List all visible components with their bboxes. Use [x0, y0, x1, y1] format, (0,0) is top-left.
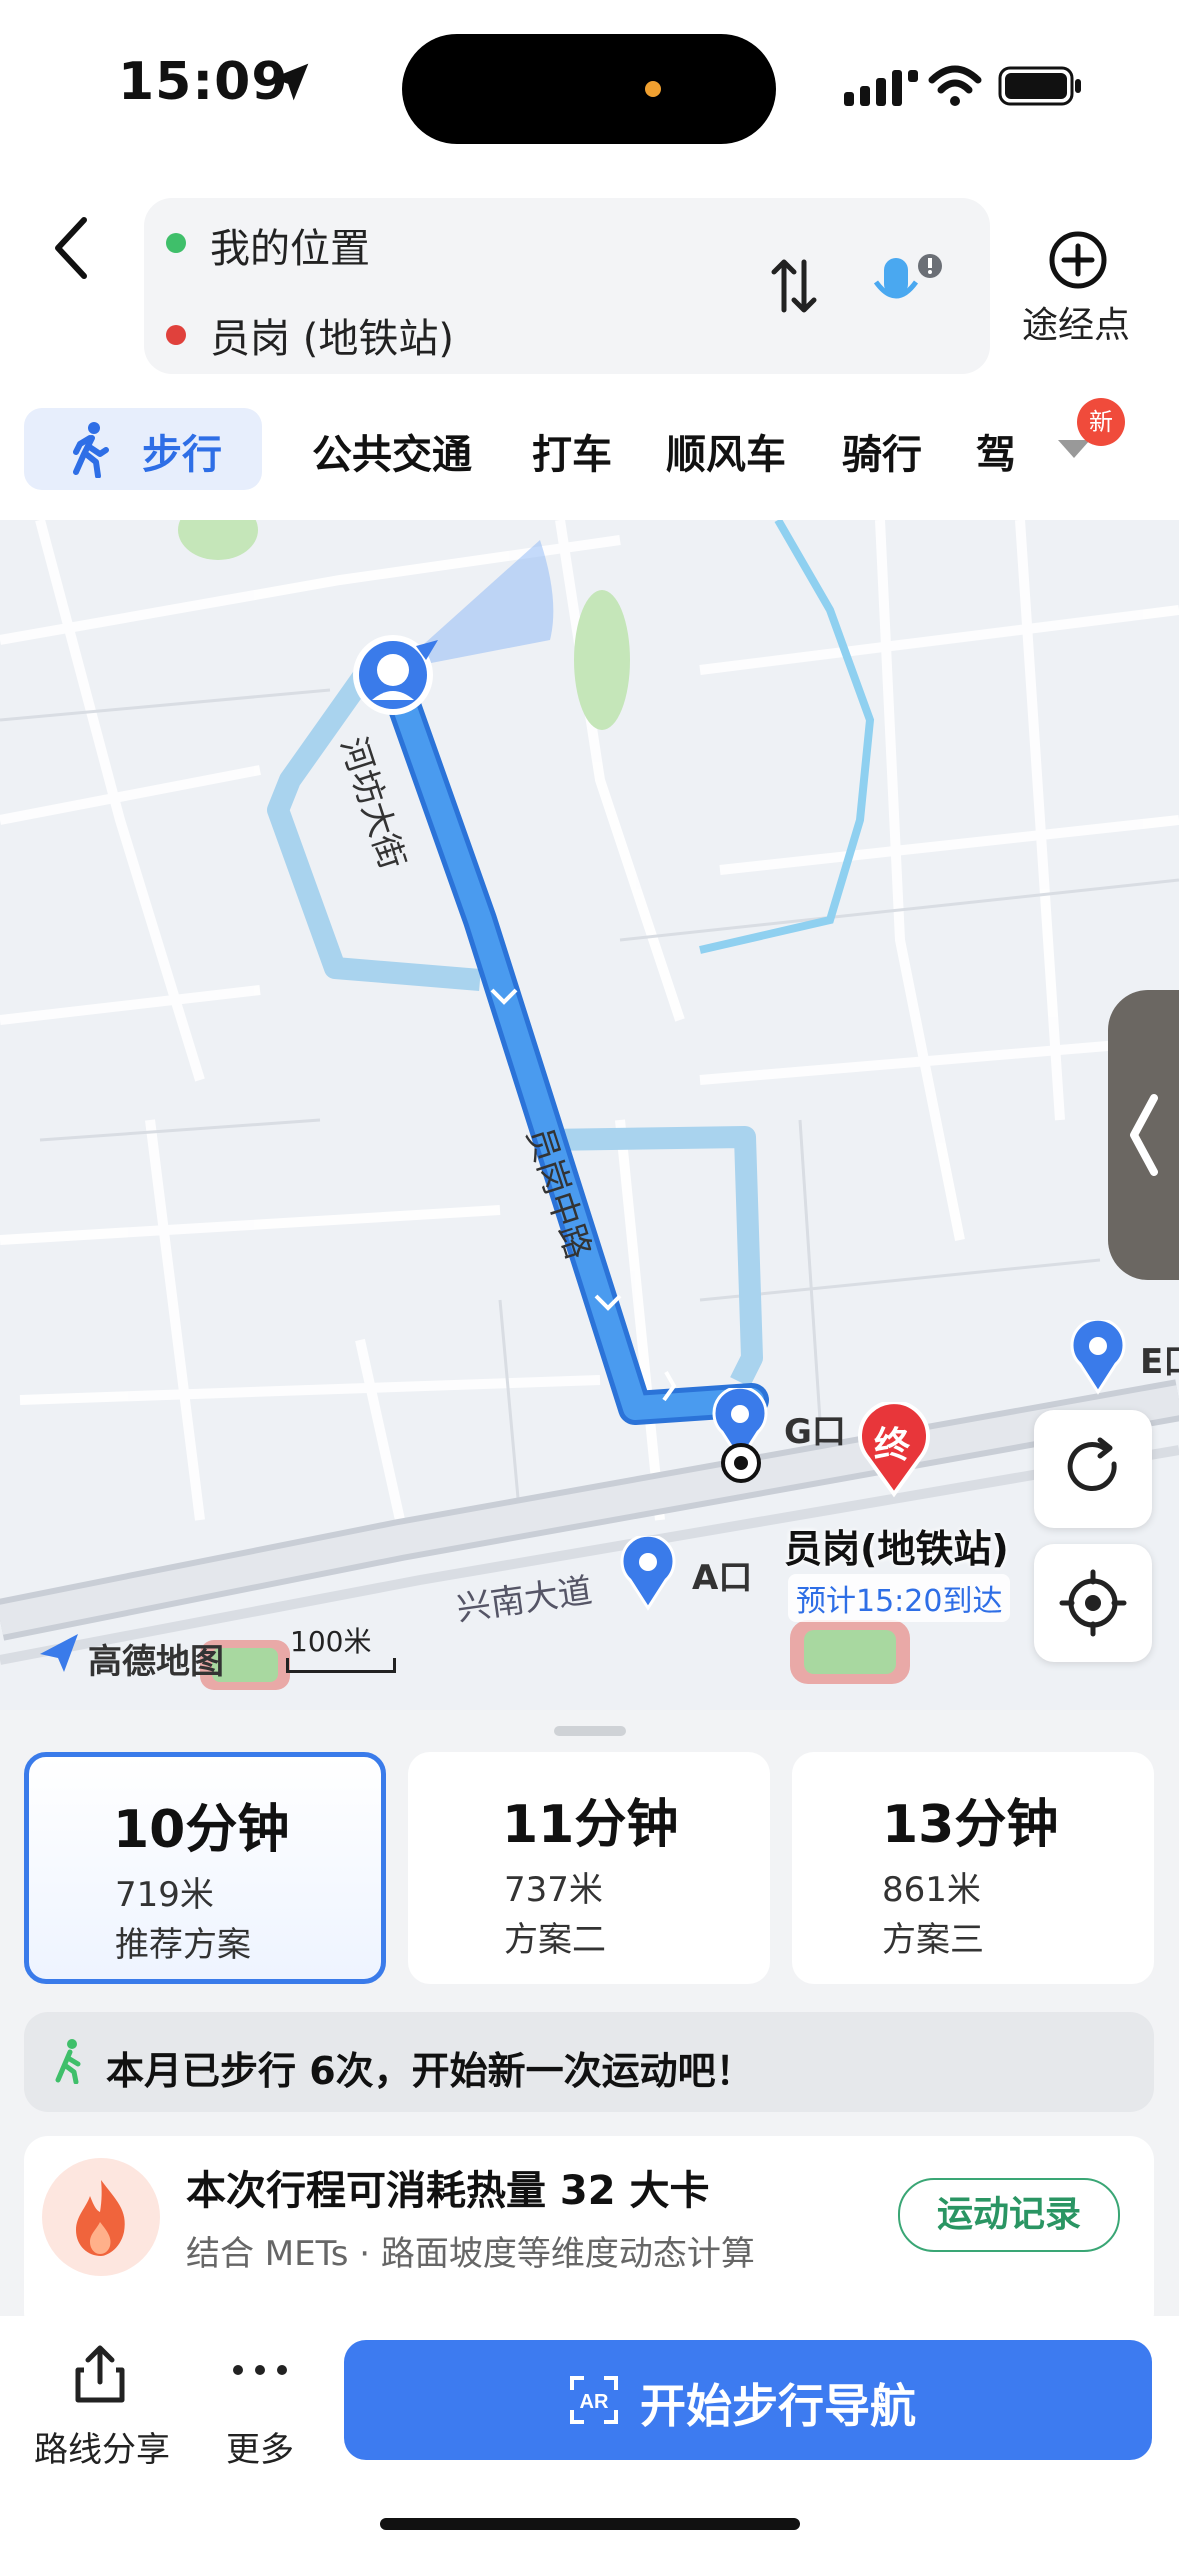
route-time: 10分钟 [113, 1800, 290, 1860]
tab-ride[interactable]: 骑行 [842, 422, 922, 480]
new-badge: 新 [1077, 398, 1125, 446]
scale-label: 100米 [290, 1625, 372, 1658]
calorie-subtitle: 结合 METs · 路面坡度等维度动态计算 [186, 2234, 755, 2274]
flame-icon [76, 2180, 125, 2256]
route-option-2[interactable]: 11分钟 737米 方案二 [408, 1752, 770, 1984]
route-distance: 861米 [882, 1870, 981, 1910]
status-time: 15:09 [118, 52, 289, 112]
exercise-record-button[interactable]: 运动记录 [898, 2178, 1120, 2252]
start-navigation-label[interactable]: 开始步行导航 [640, 2370, 916, 2436]
home-indicator[interactable] [380, 2518, 800, 2530]
swap-icon[interactable] [768, 254, 820, 318]
location-arrow-icon [271, 63, 309, 101]
exit-pin-a-icon[interactable] [618, 1536, 678, 1612]
island-indicator [645, 81, 661, 97]
tab-transit[interactable]: 公共交通 [312, 422, 472, 480]
voice-mic-icon[interactable] [874, 250, 946, 326]
panel-chevron-left-icon [1130, 1094, 1158, 1176]
user-avatar-icon[interactable] [348, 630, 442, 724]
route-option-1[interactable]: 10分钟 719米 推荐方案 [24, 1752, 386, 1984]
tab-taxi[interactable]: 打车 [532, 422, 612, 480]
origin-field[interactable]: 我的位置 [210, 216, 370, 274]
walking-green-icon [55, 2039, 81, 2084]
sheet-handle[interactable] [554, 1726, 626, 1736]
destination-dot [166, 325, 186, 345]
share-label[interactable]: 路线分享 [34, 2422, 170, 2471]
walk-stats-text: 本月已步行 6次，开始新一次运动吧！ [106, 2049, 754, 2093]
more-icon[interactable] [230, 2360, 290, 2380]
exit-pin-e-icon[interactable] [1068, 1320, 1128, 1396]
signal-icon [844, 70, 918, 106]
route-name: 方案二 [504, 1920, 606, 1960]
route-name: 推荐方案 [115, 1925, 251, 1965]
calorie-title: 本次行程可消耗热量 32 大卡 [186, 2168, 710, 2214]
destination-name-label[interactable]: 员岗(地铁站) [784, 1518, 1009, 1573]
route-option-3[interactable]: 13分钟 861米 方案三 [792, 1752, 1154, 1984]
locate-crosshair-icon [1059, 1569, 1127, 1637]
amap-logo-icon [40, 1634, 78, 1672]
destination-field[interactable]: 员岗 (地铁站) [210, 306, 454, 364]
route-name: 方案三 [882, 1920, 984, 1960]
refresh-icon [1067, 1437, 1117, 1491]
svg-text:AR: AR [580, 2391, 609, 2413]
end-marker-label: 终 [874, 1425, 911, 1466]
route-time: 11分钟 [502, 1795, 679, 1855]
tab-fade [1010, 408, 1050, 490]
station-entrance-icon [721, 1443, 761, 1483]
scale-bar [286, 1658, 396, 1673]
tab-carpool[interactable]: 顺风车 [666, 422, 786, 480]
back-chevron-icon[interactable] [40, 208, 100, 288]
more-label[interactable]: 更多 [226, 2422, 294, 2471]
exit-label-e[interactable]: E口 [1140, 1334, 1179, 1383]
add-waypoint-icon[interactable] [1046, 228, 1110, 292]
map-view[interactable]: 河坊大街 员岗中路 兴南大道 A口 G口 E口 终 员岗(地铁站) 预计15:2… [0, 520, 1179, 1710]
route-time: 13分钟 [882, 1795, 1059, 1855]
battery-icon [998, 66, 1081, 106]
route-distance: 737米 [504, 1870, 603, 1910]
ar-icon: AR [570, 2376, 618, 2424]
dynamic-island [402, 34, 776, 144]
tab-walk-label[interactable]: 步行 [142, 422, 222, 480]
origin-dot [166, 233, 186, 253]
exit-label-a[interactable]: A口 [692, 1550, 752, 1599]
route-distance: 719米 [115, 1875, 214, 1915]
share-icon[interactable] [70, 2342, 130, 2406]
exit-label-g[interactable]: G口 [784, 1404, 846, 1453]
wifi-icon [928, 65, 982, 106]
waypoint-label[interactable]: 途经点 [1022, 296, 1130, 348]
eta-label: 预计15:20到达 [788, 1574, 1011, 1622]
amap-logo-text: 高德地图 [88, 1642, 224, 1682]
walking-person-icon [73, 422, 109, 478]
